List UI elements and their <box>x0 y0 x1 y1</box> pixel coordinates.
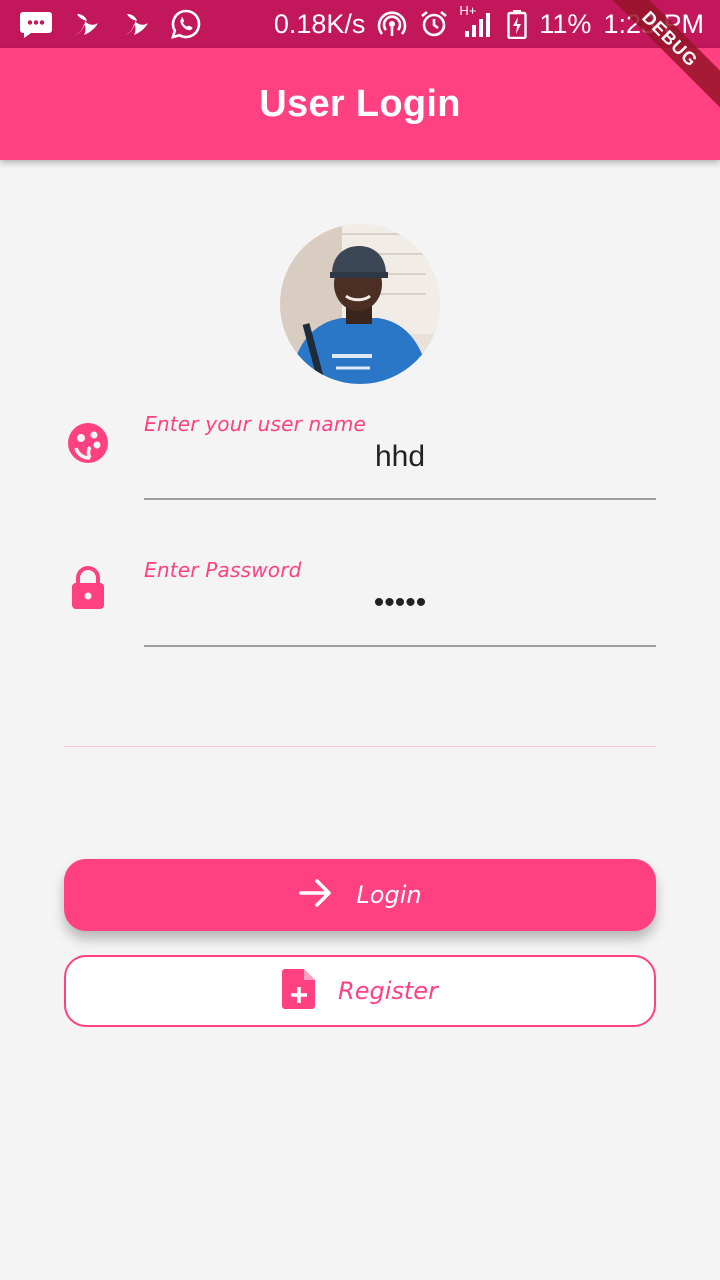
message-icon <box>18 8 54 40</box>
battery-charging-icon <box>507 9 528 39</box>
face-icon <box>66 421 110 470</box>
network-type: H+ <box>459 3 477 18</box>
network-speed: 0.18K/s <box>273 8 366 39</box>
arrow-forward-icon <box>298 875 334 916</box>
divider <box>64 746 656 747</box>
note-add-icon <box>282 968 316 1015</box>
register-button-label: Register <box>338 977 438 1005</box>
battery-level: 11% <box>539 8 592 39</box>
password-label: Enter Password <box>144 558 302 582</box>
status-bar: 0.18K/s H+ 11% 1:23 PM <box>0 0 720 48</box>
username-input[interactable]: hhd <box>144 440 656 474</box>
bird-app-icon <box>118 8 154 40</box>
lock-icon <box>70 566 106 615</box>
whatsapp-icon <box>168 8 204 40</box>
clock: 1:23 PM <box>603 8 704 39</box>
username-label: Enter your user name <box>144 412 367 436</box>
signal-icon: H+ <box>459 3 495 39</box>
login-button-label: Login <box>356 881 422 909</box>
username-underline <box>144 498 656 500</box>
bird-app-icon <box>68 8 104 40</box>
app-bar: User Login <box>0 48 720 160</box>
alarm-icon <box>419 9 449 39</box>
hotspot-icon <box>377 9 407 39</box>
page-title: User Login <box>259 82 461 125</box>
login-button[interactable]: Login <box>64 859 656 931</box>
avatar <box>280 224 440 384</box>
register-button[interactable]: Register <box>64 955 656 1027</box>
password-underline <box>144 645 656 647</box>
password-input[interactable]: ••••• <box>144 586 656 620</box>
